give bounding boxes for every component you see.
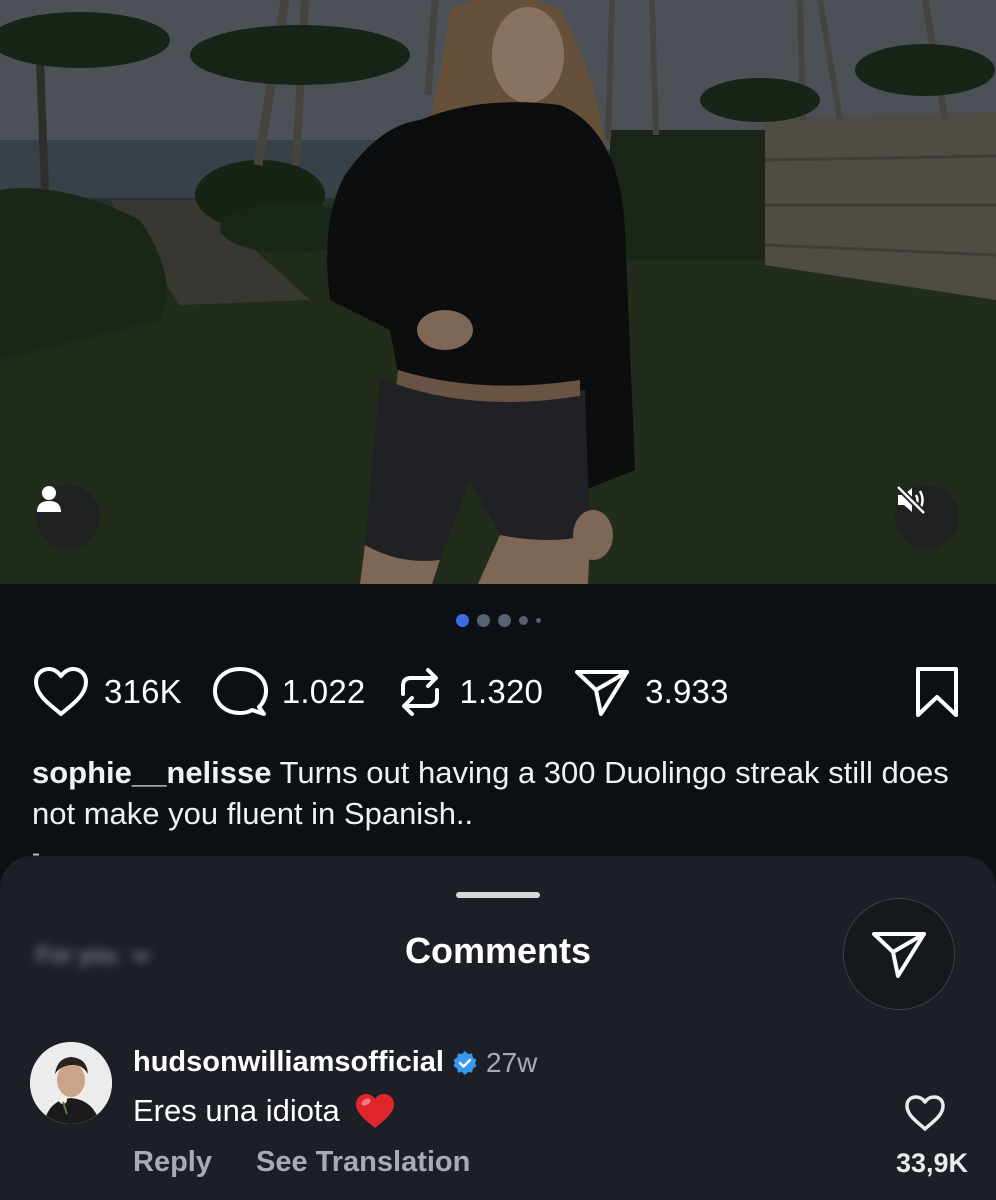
comments-sheet: For you Comments hudsonwilliamsofficial xyxy=(0,856,996,1200)
comment-like-count: 33,9K xyxy=(895,1148,968,1178)
comment-count[interactable]: 1.022 xyxy=(282,673,366,711)
comment-username[interactable]: hudsonwilliamsofficial xyxy=(133,1046,444,1079)
comment-bubble-icon[interactable] xyxy=(212,666,268,718)
send-icon xyxy=(872,932,926,978)
repost-action[interactable]: 1.320 xyxy=(395,666,543,718)
photo-scene xyxy=(0,0,996,584)
person-icon xyxy=(37,486,61,512)
carousel-dot xyxy=(518,616,528,625)
comment-item: hudsonwilliamsofficial 27w Eres una idio… xyxy=(0,1036,996,1196)
user-tag-button[interactable] xyxy=(36,485,100,549)
verified-badge-icon xyxy=(452,1050,478,1076)
post-photo[interactable] xyxy=(0,0,996,584)
repost-icon[interactable] xyxy=(395,666,445,718)
see-translation-button[interactable]: See Translation xyxy=(256,1146,470,1179)
post-caption: sophie__nelisse Turns out having a 300 D… xyxy=(32,752,972,834)
reply-button[interactable]: Reply xyxy=(133,1146,212,1179)
bookmark-icon[interactable] xyxy=(914,665,960,719)
save-action[interactable] xyxy=(914,665,960,719)
comment-actions: Reply See Translation xyxy=(133,1146,470,1179)
avatar[interactable] xyxy=(30,1042,112,1124)
carousel-dot xyxy=(476,614,490,627)
comment-action[interactable]: 1.022 xyxy=(212,666,366,718)
caption-username[interactable]: sophie__nelisse xyxy=(32,755,272,790)
like-count[interactable]: 316K xyxy=(104,673,182,711)
sheet-share-button[interactable] xyxy=(843,898,955,1010)
like-action[interactable]: 316K xyxy=(32,666,182,718)
heart-icon[interactable] xyxy=(904,1094,946,1132)
heart-icon[interactable] xyxy=(32,666,90,718)
comment-body: Eres una idiota xyxy=(133,1092,396,1130)
carousel-indicator xyxy=(0,614,996,627)
carousel-dot xyxy=(497,614,511,627)
post-action-bar: 316K 1.022 1.320 3.933 xyxy=(32,660,960,724)
comment-author-row: hudsonwilliamsofficial 27w xyxy=(133,1046,537,1079)
share-action[interactable]: 3.933 xyxy=(573,666,729,718)
comment-like-button[interactable] xyxy=(904,1094,946,1137)
avatar-image xyxy=(30,1042,112,1124)
comment-text: Eres una idiota xyxy=(133,1093,340,1128)
carousel-dot xyxy=(535,618,541,623)
red-heart-emoji-icon xyxy=(354,1092,396,1130)
comment-timestamp: 27w xyxy=(486,1046,538,1078)
speaker-muted-icon xyxy=(895,485,927,515)
send-icon[interactable] xyxy=(573,666,631,718)
repost-count[interactable]: 1.320 xyxy=(459,673,543,711)
share-count[interactable]: 3.933 xyxy=(645,673,729,711)
carousel-dot xyxy=(455,614,469,627)
mute-button[interactable] xyxy=(895,485,959,549)
sheet-drag-handle[interactable] xyxy=(456,892,540,898)
